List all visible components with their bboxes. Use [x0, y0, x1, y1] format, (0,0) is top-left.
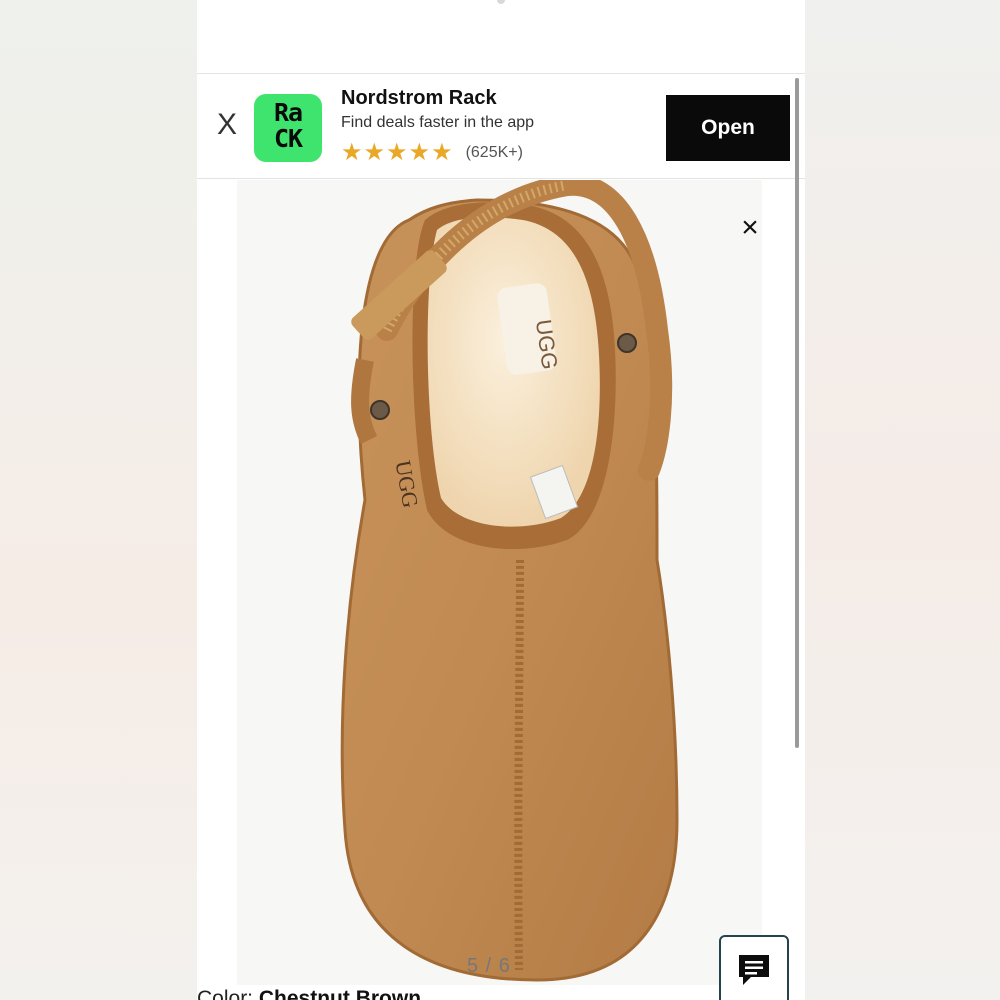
star-rating-icon: ★★★★★: [341, 139, 454, 166]
scrollbar[interactable]: [795, 78, 799, 748]
background-right: [805, 0, 1000, 1000]
status-dot: [497, 0, 505, 4]
banner-close-icon[interactable]: X: [212, 110, 242, 140]
product-image[interactable]: UGG UGG: [237, 180, 762, 985]
slipper-illustration: UGG UGG: [340, 180, 679, 982]
phone-screen: X Ra CK Nordstrom Rack Find deals faster …: [197, 0, 805, 1000]
app-name: Nordstrom Rack: [341, 87, 497, 109]
center-seam: [514, 559, 524, 971]
left-buckle: [370, 400, 390, 420]
app-icon: Ra CK: [254, 94, 322, 162]
image-counter: 5 / 6: [467, 955, 511, 977]
gallery-close-icon[interactable]: ×: [735, 213, 765, 243]
rating-count: (625K+): [465, 143, 523, 161]
app-icon-logo: Ra CK: [273, 98, 303, 153]
color-selection: Color: Chestnut Brown: [197, 987, 421, 1000]
app-tagline: Find deals faster in the app: [341, 114, 535, 131]
chat-button[interactable]: [719, 935, 789, 1000]
right-buckle: [617, 333, 637, 353]
open-app-button[interactable]: Open: [666, 95, 790, 161]
background-left: [0, 0, 197, 1000]
chat-icon: [739, 955, 769, 985]
color-value: Chestnut Brown: [258, 987, 422, 1000]
app-rating: ★★★★★ (625K+): [341, 138, 523, 167]
app-banner: X Ra CK Nordstrom Rack Find deals faster …: [197, 73, 805, 179]
color-label: Color:: [197, 987, 254, 1000]
